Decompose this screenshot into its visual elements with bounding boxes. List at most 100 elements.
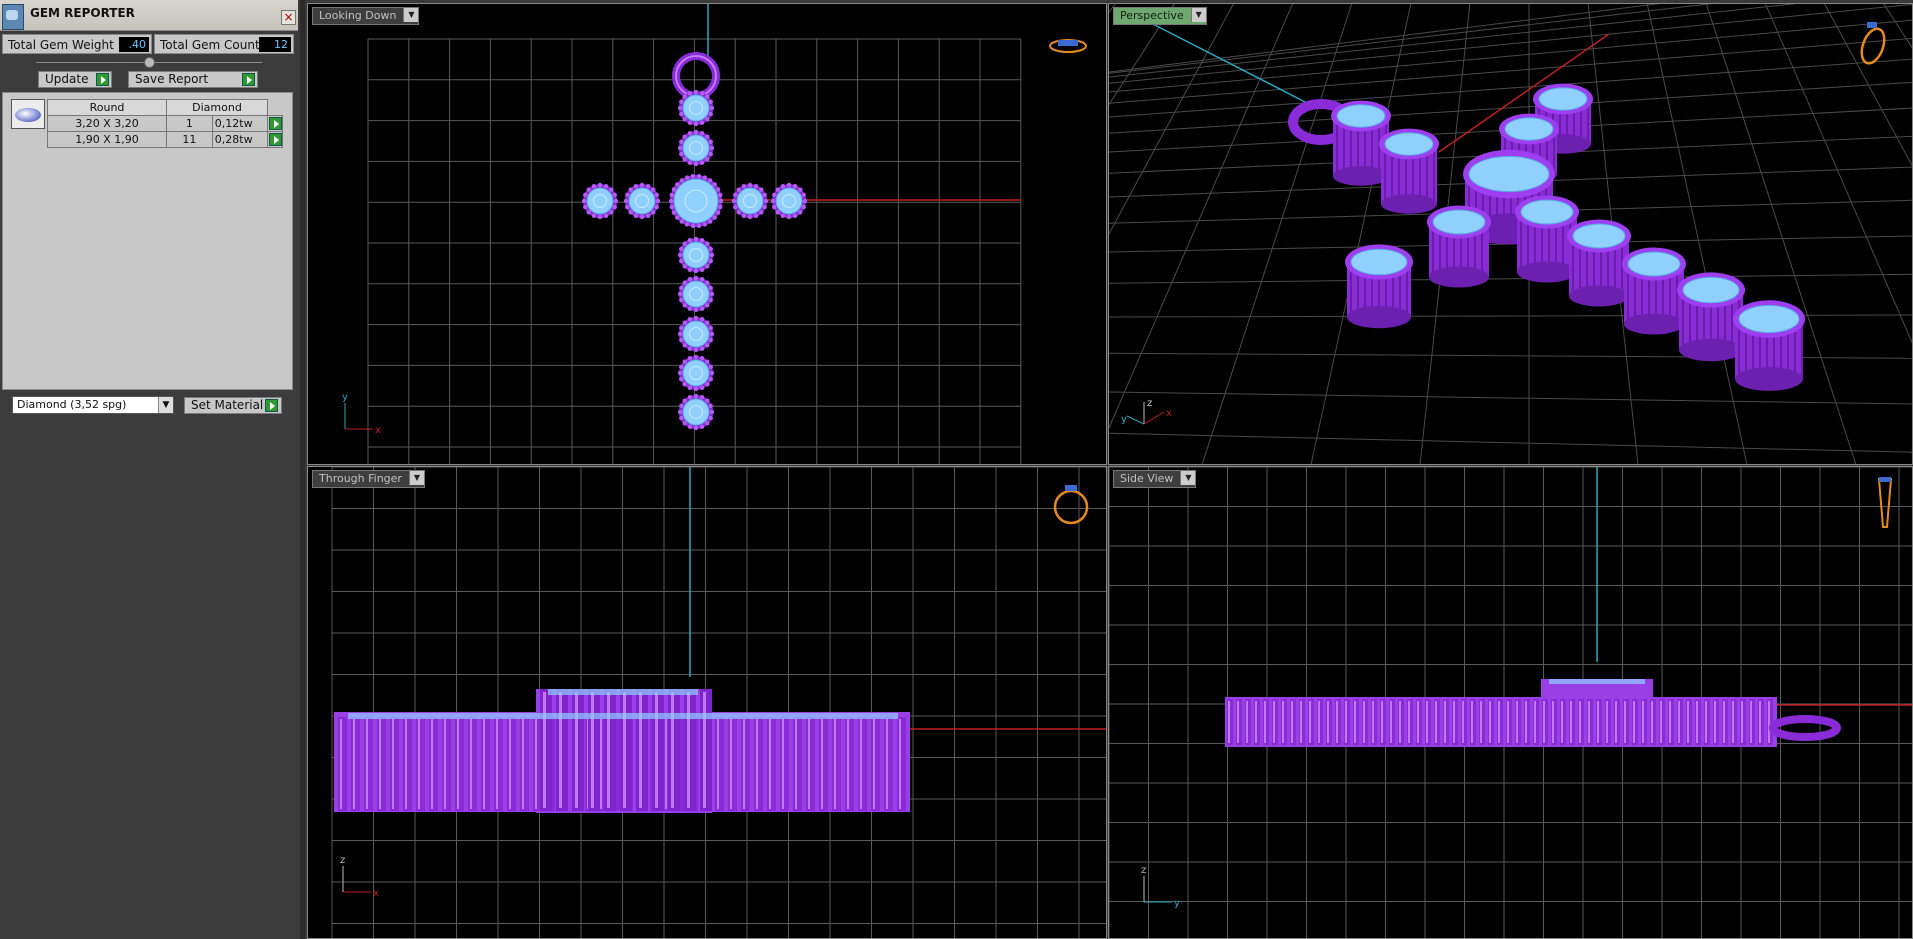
collapse-knob-icon[interactable] <box>144 57 155 68</box>
total-gem-weight-label: Total Gem Weight <box>8 38 114 52</box>
column-highlight <box>509 719 511 809</box>
column-highlight <box>1273 701 1275 743</box>
prong <box>708 285 713 291</box>
prong <box>753 213 759 218</box>
chevron-down-icon[interactable]: ▼ <box>158 397 173 413</box>
prong <box>705 382 710 387</box>
gem-size-cell: 1,90 X 1,90 <box>47 131 167 148</box>
prong <box>677 252 683 258</box>
prong <box>679 178 684 183</box>
panel-titlebar[interactable]: GEM REPORTER × <box>0 0 298 31</box>
grid-line <box>1763 4 1913 465</box>
setting-column <box>780 717 789 811</box>
column-highlight <box>1426 701 1428 743</box>
prong <box>591 213 597 218</box>
viewport-label-side-view[interactable]: Side View ▼ <box>1113 470 1197 488</box>
chevron-down-icon[interactable]: ▼ <box>1180 471 1196 485</box>
play-arrow-icon <box>269 117 282 130</box>
column-highlight <box>600 719 602 809</box>
prong <box>792 213 798 218</box>
prong <box>613 198 619 204</box>
close-icon[interactable]: × <box>281 10 296 25</box>
viewport-through-finger[interactable]: xz Through Finger ▼ <box>307 466 1107 939</box>
column-highlight <box>623 692 626 808</box>
prong <box>693 161 699 167</box>
column-highlight <box>366 719 368 809</box>
viewport-perspective[interactable]: z x y Perspective ▼ <box>1108 3 1913 465</box>
gem-stone <box>1627 251 1681 277</box>
material-select[interactable]: Diamond (3,52 spg) ▼ <box>12 396 174 414</box>
prong <box>684 222 690 227</box>
column-base <box>1517 261 1577 283</box>
prong <box>699 91 705 96</box>
prong <box>693 425 699 431</box>
viewport-label-looking-down[interactable]: Looking Down ▼ <box>312 7 420 25</box>
prong <box>715 187 721 192</box>
viewport-label-through-finger[interactable]: Through Finger ▼ <box>312 470 425 488</box>
table-row[interactable]: 3,20 X 3,20 1 0,12tw <box>47 115 283 132</box>
column-header-shape: Round <box>47 99 167 116</box>
gem-stone <box>1384 132 1434 156</box>
prong <box>687 120 693 125</box>
perspective-canvas[interactable]: z x y <box>1109 4 1913 465</box>
update-button[interactable]: Update <box>38 71 112 88</box>
gem-report-list: Round Diamond 3,20 X 3,20 1 0,12tw 1,90 … <box>2 92 293 390</box>
prong <box>708 258 713 264</box>
prong <box>639 182 645 188</box>
looking-down-canvas[interactable]: xy <box>308 4 1107 465</box>
prong <box>682 117 687 122</box>
column-highlight <box>457 719 459 809</box>
gem-stone <box>1520 199 1574 225</box>
column-highlight <box>1579 701 1581 743</box>
prong <box>669 204 674 210</box>
grid-line <box>1109 4 1294 430</box>
gem-reporter-panel: GEM REPORTER × Total Gem Weight .40 Tota… <box>0 0 300 939</box>
grid-line <box>1109 391 1912 405</box>
prong <box>679 364 684 370</box>
prong <box>693 393 699 399</box>
ring-orientation-icon <box>1053 489 1089 525</box>
chevron-down-icon[interactable]: ▼ <box>408 471 424 485</box>
axis-triad-label: x <box>1166 408 1172 419</box>
prong <box>775 210 780 215</box>
prong <box>669 192 674 198</box>
set-material-button[interactable]: Set Material <box>184 397 282 414</box>
ring-orientation-gem <box>1058 40 1078 46</box>
column-highlight <box>1633 701 1635 743</box>
table-row[interactable]: 1,90 X 1,90 11 0,28tw <box>47 131 283 148</box>
through-finger-canvas[interactable]: xz <box>308 467 1107 939</box>
prong <box>693 354 699 360</box>
setting-column <box>754 717 763 811</box>
column-highlight <box>847 719 849 809</box>
table-header-row: Round Diamond <box>47 99 283 116</box>
prong <box>699 120 705 125</box>
select-row-button[interactable] <box>267 131 283 148</box>
side-view-canvas[interactable]: yz <box>1109 467 1913 939</box>
grid-line <box>1109 4 1661 73</box>
grid-line <box>1109 37 1912 104</box>
column-highlight <box>1471 701 1473 743</box>
prong <box>709 370 715 376</box>
column-highlight <box>1606 701 1608 743</box>
prong <box>708 99 713 105</box>
prong <box>709 331 715 337</box>
column-highlight <box>1561 701 1563 743</box>
panel-splitter[interactable] <box>300 0 305 939</box>
viewport-looking-down[interactable]: xy Looking Down ▼ <box>307 3 1107 465</box>
chevron-down-icon[interactable]: ▼ <box>1190 8 1206 22</box>
save-report-button[interactable]: Save Report <box>128 71 258 88</box>
viewport-side-view[interactable]: yz Side View ▼ <box>1108 466 1913 939</box>
gem-stone <box>1538 87 1588 111</box>
prong <box>741 184 747 189</box>
column-highlight <box>886 719 888 809</box>
viewport-label-perspective[interactable]: Perspective ▼ <box>1113 7 1207 25</box>
column-highlight <box>1543 701 1545 743</box>
prong <box>709 105 715 111</box>
prong <box>699 346 705 351</box>
select-row-button[interactable] <box>267 115 283 132</box>
column-highlight <box>340 719 342 809</box>
prong <box>690 223 696 229</box>
chevron-down-icon[interactable]: ▼ <box>403 8 419 22</box>
gem-stone <box>1682 276 1740 304</box>
gem-stone <box>775 187 803 215</box>
